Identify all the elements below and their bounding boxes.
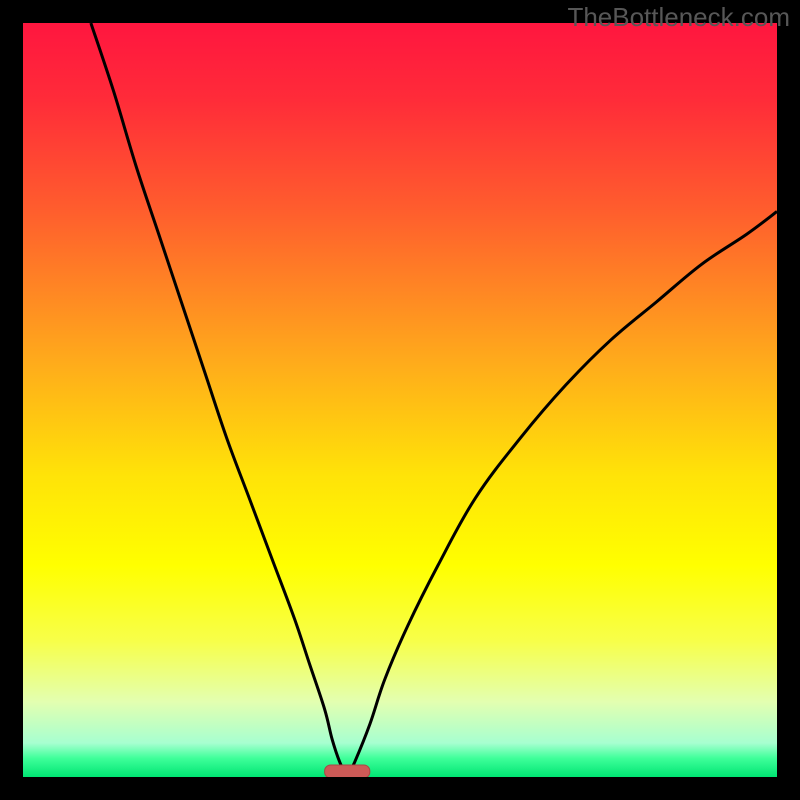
bottleneck-marker <box>325 765 370 777</box>
watermark-text: TheBottleneck.com <box>567 2 790 33</box>
bottleneck-chart <box>23 23 777 777</box>
chart-background <box>23 23 777 777</box>
chart-frame: TheBottleneck.com <box>0 0 800 800</box>
